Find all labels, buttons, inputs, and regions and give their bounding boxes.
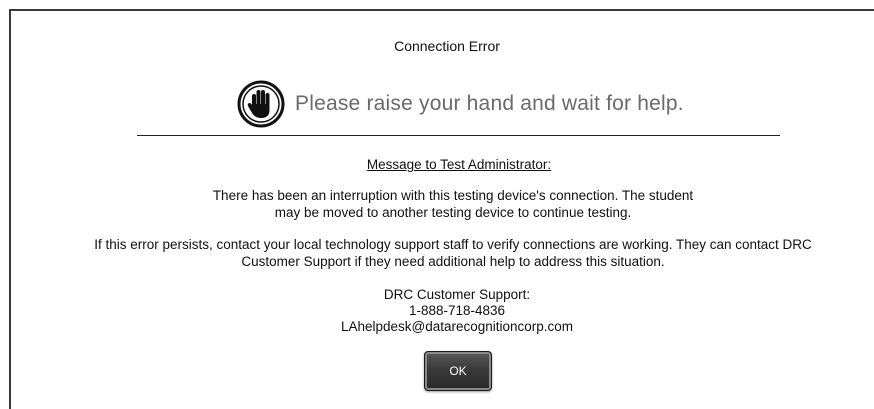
interruption-paragraph: There has been an interruption with this… — [11, 187, 874, 221]
connection-error-dialog: Connection Error Please raise your hand … — [9, 9, 874, 409]
support-email: LAhelpdesk@datarecognitioncorp.com — [340, 319, 574, 334]
dialog-title: Connection Error — [394, 38, 500, 54]
support-phone: 1-888-718-4836 — [408, 303, 506, 318]
ok-button[interactable]: OK — [424, 351, 492, 391]
paragraph-line: Customer Support if they need additional… — [241, 254, 665, 269]
persist-paragraph: If this error persists, contact your loc… — [11, 236, 874, 270]
raise-hand-text: Please raise your hand and wait for help… — [295, 92, 684, 115]
paragraph-line: may be moved to another testing device t… — [274, 205, 632, 220]
paragraph-line: If this error persists, contact your loc… — [94, 237, 812, 252]
support-info: DRC Customer Support: 1-888-718-4836 LAh… — [11, 287, 874, 335]
paragraph-line: There has been an interruption with this… — [212, 188, 694, 203]
raise-hand-message: Please raise your hand and wait for help… — [237, 79, 684, 129]
raised-hand-icon — [237, 80, 285, 128]
message-heading: Message to Test Administrator: — [366, 157, 552, 172]
divider — [137, 135, 780, 136]
support-label: DRC Customer Support: — [383, 287, 531, 302]
